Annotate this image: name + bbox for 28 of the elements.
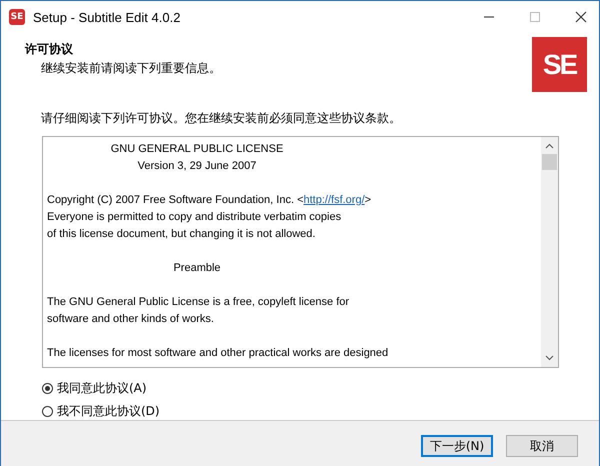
license-heading: GNU GENERAL PUBLIC LICENSE	[110, 142, 284, 157]
license-line: software and other kinds of works.	[47, 312, 214, 327]
license-heading: Preamble	[173, 261, 221, 276]
radio-option[interactable]: 我不同意此协议(D)	[42, 403, 599, 420]
page-subtitle: 继续安装前请阅读下列重要信息。	[41, 60, 222, 77]
dialog-button[interactable]: 取消	[506, 435, 578, 457]
scrollbar-thumb[interactable]	[542, 154, 557, 170]
radio-button[interactable]	[42, 406, 53, 417]
radio-button[interactable]	[42, 383, 53, 394]
license-line: Copyright (C) 2007 Free Software Foundation, Inc. <http://fsf.org/>	[47, 193, 372, 208]
license-link[interactable]: http://fsf.org/	[304, 194, 365, 206]
app-logo: SE	[532, 37, 587, 92]
license-text-area[interactable]	[42, 136, 559, 368]
license-line: The licenses for most software and other practical works are designed	[47, 346, 388, 361]
license-line: The GNU General Public License is a free, copyleft license for	[47, 295, 350, 310]
window-title: Setup - Subtitle Edit 4.0.2	[33, 10, 180, 24]
close-icon[interactable]	[575, 11, 587, 23]
page-title: 许可协议	[25, 41, 74, 58]
license-heading: Version 3, 29 June 2007	[138, 159, 256, 174]
license-line: Everyone is permitted to copy and distribute verbatim copies	[47, 210, 342, 225]
license-line: of this license document, but changing it is not allowed.	[47, 227, 316, 242]
scroll-down-icon[interactable]	[545, 355, 554, 361]
scrollbar[interactable]	[541, 137, 558, 367]
dialog-button[interactable]: 下一步(N)	[421, 435, 493, 457]
instruction-text: 请仔细阅读下列许可协议。您在继续安装前必须同意这些协议条款。	[41, 110, 402, 127]
app-logo-icon: SE	[9, 9, 25, 25]
radio-option[interactable]: 我同意此协议(A)	[42, 380, 599, 397]
scroll-up-icon[interactable]	[545, 143, 554, 149]
